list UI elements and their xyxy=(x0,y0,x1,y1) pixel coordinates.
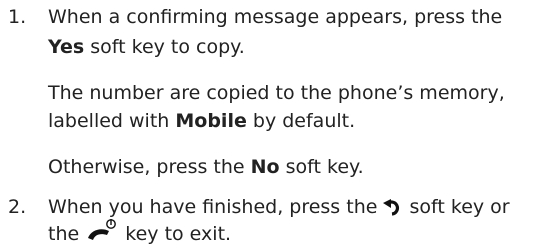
note-1-text: The number are copied to the phone’s mem… xyxy=(48,82,505,104)
step-2-text-2: soft key or xyxy=(403,196,510,218)
note-1-text-2: labelled with xyxy=(48,110,176,132)
note-2-text: Otherwise, press the xyxy=(48,156,251,178)
yes-key-label: Yes xyxy=(48,36,85,58)
step-1-line-2: Yes soft key to copy. xyxy=(48,34,546,60)
no-key-label: No xyxy=(250,156,280,178)
note-2-text-2: soft key. xyxy=(279,156,364,178)
instruction-page: 1. When a confirming message appears, pr… xyxy=(0,0,546,245)
step-2-text-3: the xyxy=(48,223,86,245)
step-1-note-1-line-1: The number are copied to the phone’s mem… xyxy=(48,80,546,106)
step-2-text: When you have finished, press the xyxy=(48,196,384,218)
step-2-text-4: key to exit. xyxy=(119,223,232,245)
mobile-label: Mobile xyxy=(175,110,247,132)
note-1-text-3: by default. xyxy=(246,110,356,132)
step-1-note-1-line-2: labelled with Mobile by default. xyxy=(48,108,546,134)
step-1-text: When a confirming message appears, press… xyxy=(48,6,503,28)
step-1-note-2: Otherwise, press the No soft key. xyxy=(48,154,546,180)
step-1-text-2: soft key to copy. xyxy=(84,36,245,58)
end-power-key-icon xyxy=(85,218,119,251)
step-2-number: 2. xyxy=(8,196,27,218)
step-1-line-1: When a confirming message appears, press… xyxy=(48,4,546,30)
step-2-line-2: the key to exit. xyxy=(48,218,546,251)
step-1-number: 1. xyxy=(8,6,27,28)
